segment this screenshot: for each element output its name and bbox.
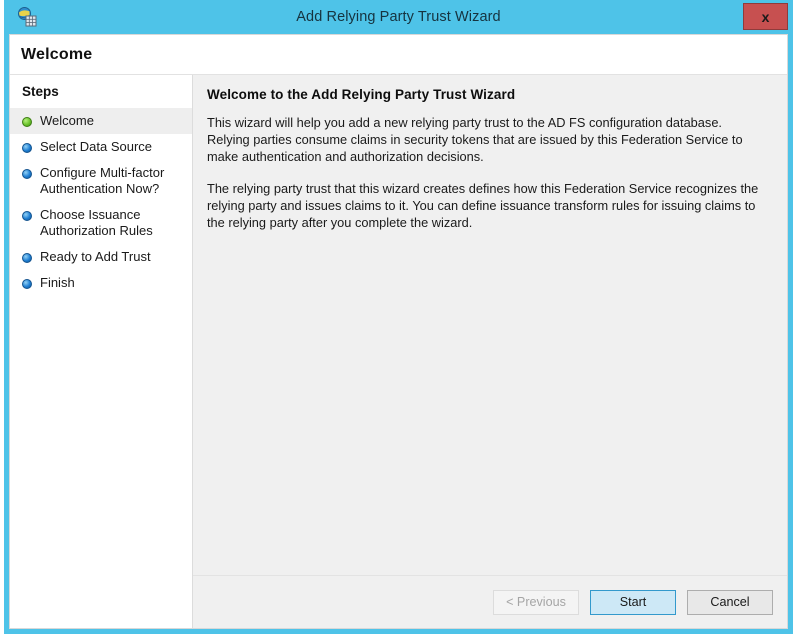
sidebar-item-finish[interactable]: Finish: [10, 270, 192, 296]
step-bullet-pending-icon: [22, 253, 32, 263]
adfs-globe-icon: [16, 6, 38, 28]
step-bullet-current-icon: [22, 117, 32, 127]
step-bullet-pending-icon: [22, 211, 32, 221]
sidebar-item-ready-to-add-trust[interactable]: Ready to Add Trust: [10, 244, 192, 270]
content-inner: Welcome to the Add Relying Party Trust W…: [193, 75, 787, 575]
sidebar-item-label: Select Data Source: [40, 139, 153, 154]
start-button[interactable]: Start: [590, 589, 676, 615]
sidebar-item-label: Choose Issuance Authorization Rules: [40, 207, 153, 238]
content-heading: Welcome to the Add Relying Party Trust W…: [207, 87, 516, 102]
sidebar-item-label: Ready to Add Trust: [40, 249, 151, 264]
content-panel: Welcome to the Add Relying Party Trust W…: [193, 75, 787, 628]
content-paragraph-1: This wizard will help you add a new rely…: [207, 115, 743, 164]
window-title: Add Relying Party Trust Wizard: [296, 9, 501, 25]
page-header: Welcome: [10, 35, 787, 75]
sidebar-item-welcome[interactable]: Welcome: [10, 108, 192, 134]
close-icon[interactable]: x: [743, 3, 788, 30]
steps-sidebar: Steps Welcome Select Data Source Configu…: [10, 75, 193, 628]
sidebar-item-label: Finish: [40, 275, 75, 290]
content-paragraph-2: The relying party trust that this wizard…: [207, 181, 759, 230]
sidebar-item-choose-issuance-authorization-rules[interactable]: Choose Issuance Authorization Rules: [10, 202, 192, 244]
sidebar-item-configure-multi-factor-authentication[interactable]: Configure Multi-factor Authentication No…: [10, 160, 192, 202]
step-bullet-pending-icon: [22, 169, 32, 179]
steps-heading: Steps: [22, 84, 59, 99]
step-bullet-pending-icon: [22, 143, 32, 153]
page-title: Welcome: [21, 45, 93, 63]
step-bullet-pending-icon: [22, 279, 32, 289]
client-area: Welcome Steps Welcome Select Data Source…: [9, 34, 788, 629]
sidebar-item-select-data-source[interactable]: Select Data Source: [10, 134, 192, 160]
title-bar: Add Relying Party Trust Wizard x: [5, 1, 792, 34]
wizard-window: Add Relying Party Trust Wizard x Welcome…: [4, 0, 793, 634]
body-split: Steps Welcome Select Data Source Configu…: [10, 75, 787, 628]
sidebar-item-label: Configure Multi-factor Authentication No…: [40, 165, 165, 196]
previous-button[interactable]: < Previous: [493, 589, 579, 615]
sidebar-item-label: Welcome: [40, 113, 94, 128]
cancel-button[interactable]: Cancel: [687, 589, 773, 615]
footer-button-bar: < Previous Start Cancel: [193, 575, 787, 628]
